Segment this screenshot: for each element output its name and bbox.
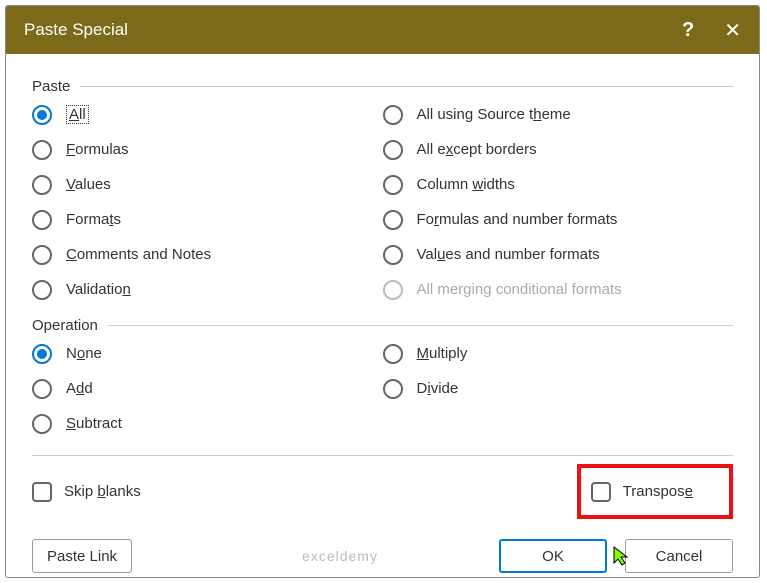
option-label: All merging conditional formats <box>417 281 622 298</box>
radio-icon <box>383 379 403 399</box>
cancel-button[interactable]: Cancel <box>625 539 733 573</box>
paste-option[interactable]: Formulas <box>32 132 383 167</box>
titlebar: Paste Special ? ✕ <box>6 6 759 54</box>
ok-button[interactable]: OK <box>499 539 607 573</box>
paste-option[interactable]: All <box>32 97 383 132</box>
radio-icon <box>383 344 403 364</box>
paste-option[interactable]: Formulas and number formats <box>383 202 734 237</box>
option-label: Comments and Notes <box>66 246 211 263</box>
option-label: Column widths <box>417 176 515 193</box>
radio-icon <box>383 280 403 300</box>
cancel-label: Cancel <box>656 548 703 565</box>
paste-option[interactable]: Values and number formats <box>383 237 734 272</box>
checkbox-icon <box>32 482 52 502</box>
transpose-check[interactable]: Transpose <box>591 474 693 509</box>
paste-link-button[interactable]: Paste Link <box>32 539 132 573</box>
operation-option[interactable]: Add <box>32 371 383 406</box>
operation-group-label: Operation <box>32 317 733 334</box>
divider <box>80 86 733 87</box>
option-label: Validation <box>66 281 131 298</box>
paste-group-label: Paste <box>32 78 733 95</box>
radio-icon <box>32 344 52 364</box>
paste-special-dialog: Paste Special ? ✕ Paste All Formulas Value… <box>5 5 760 578</box>
paste-options: All Formulas Values Formats Comments and Not… <box>32 97 733 307</box>
dialog-title: Paste Special <box>24 20 682 40</box>
watermark: exceldemy <box>302 548 378 564</box>
op-right-col: Multiply Divide <box>383 336 734 441</box>
operation-label-text: Operation <box>32 317 98 334</box>
skip-blanks-check[interactable]: Skip blanks <box>32 474 141 509</box>
ok-label: OK <box>542 548 564 565</box>
option-label: All except borders <box>417 141 537 158</box>
close-icon[interactable]: ✕ <box>724 18 741 43</box>
operation-option[interactable]: Subtract <box>32 406 383 441</box>
skip-blanks-label: Skip blanks <box>64 483 141 500</box>
divider <box>108 325 733 326</box>
option-label: Formats <box>66 211 121 228</box>
option-label: Subtract <box>66 415 122 432</box>
paste-option[interactable]: Values <box>32 167 383 202</box>
option-label: None <box>66 345 102 362</box>
paste-link-label: Paste Link <box>47 548 117 565</box>
option-label: Values and number formats <box>417 246 600 263</box>
op-left-col: None Add Subtract <box>32 336 383 441</box>
radio-icon <box>32 379 52 399</box>
paste-option[interactable]: All except borders <box>383 132 734 167</box>
paste-right-col: All using Source theme All except borders… <box>383 97 734 307</box>
transpose-label: Transpose <box>623 483 693 500</box>
option-label: Multiply <box>417 345 468 362</box>
paste-option[interactable]: Validation <box>32 272 383 307</box>
paste-option: All merging conditional formats <box>383 272 734 307</box>
radio-icon <box>32 414 52 434</box>
paste-option[interactable]: Formats <box>32 202 383 237</box>
divider <box>32 455 733 456</box>
option-label: Divide <box>417 380 459 397</box>
operation-options: None Add Subtract Multiply Divide <box>32 336 733 441</box>
radio-icon <box>32 140 52 160</box>
transpose-highlight: Transpose <box>577 464 733 519</box>
option-label: Values <box>66 176 111 193</box>
option-label: Formulas <box>66 141 129 158</box>
paste-option[interactable]: Column widths <box>383 167 734 202</box>
help-icon[interactable]: ? <box>682 19 694 42</box>
radio-icon <box>32 245 52 265</box>
paste-option[interactable]: Comments and Notes <box>32 237 383 272</box>
dialog-content: Paste All Formulas Values Formats Comments a… <box>6 54 759 578</box>
radio-icon <box>32 280 52 300</box>
option-label: All <box>66 106 89 123</box>
paste-option[interactable]: All using Source theme <box>383 97 734 132</box>
radio-icon <box>32 105 52 125</box>
button-row: Paste Link exceldemy OK Cancel <box>32 539 733 573</box>
bottom-checks: Skip blanks Transpose <box>32 464 733 519</box>
radio-icon <box>383 210 403 230</box>
operation-option[interactable]: Divide <box>383 371 734 406</box>
radio-icon <box>383 105 403 125</box>
option-label: Formulas and number formats <box>417 211 618 228</box>
radio-icon <box>383 175 403 195</box>
radio-icon <box>383 140 403 160</box>
spacer: exceldemy <box>132 548 499 565</box>
radio-icon <box>32 175 52 195</box>
operation-option[interactable]: Multiply <box>383 336 734 371</box>
radio-icon <box>32 210 52 230</box>
option-label: Add <box>66 380 93 397</box>
paste-left-col: All Formulas Values Formats Comments and Not… <box>32 97 383 307</box>
radio-icon <box>383 245 403 265</box>
operation-option[interactable]: None <box>32 336 383 371</box>
checkbox-icon <box>591 482 611 502</box>
paste-label-text: Paste <box>32 78 70 95</box>
option-label: All using Source theme <box>417 106 571 123</box>
